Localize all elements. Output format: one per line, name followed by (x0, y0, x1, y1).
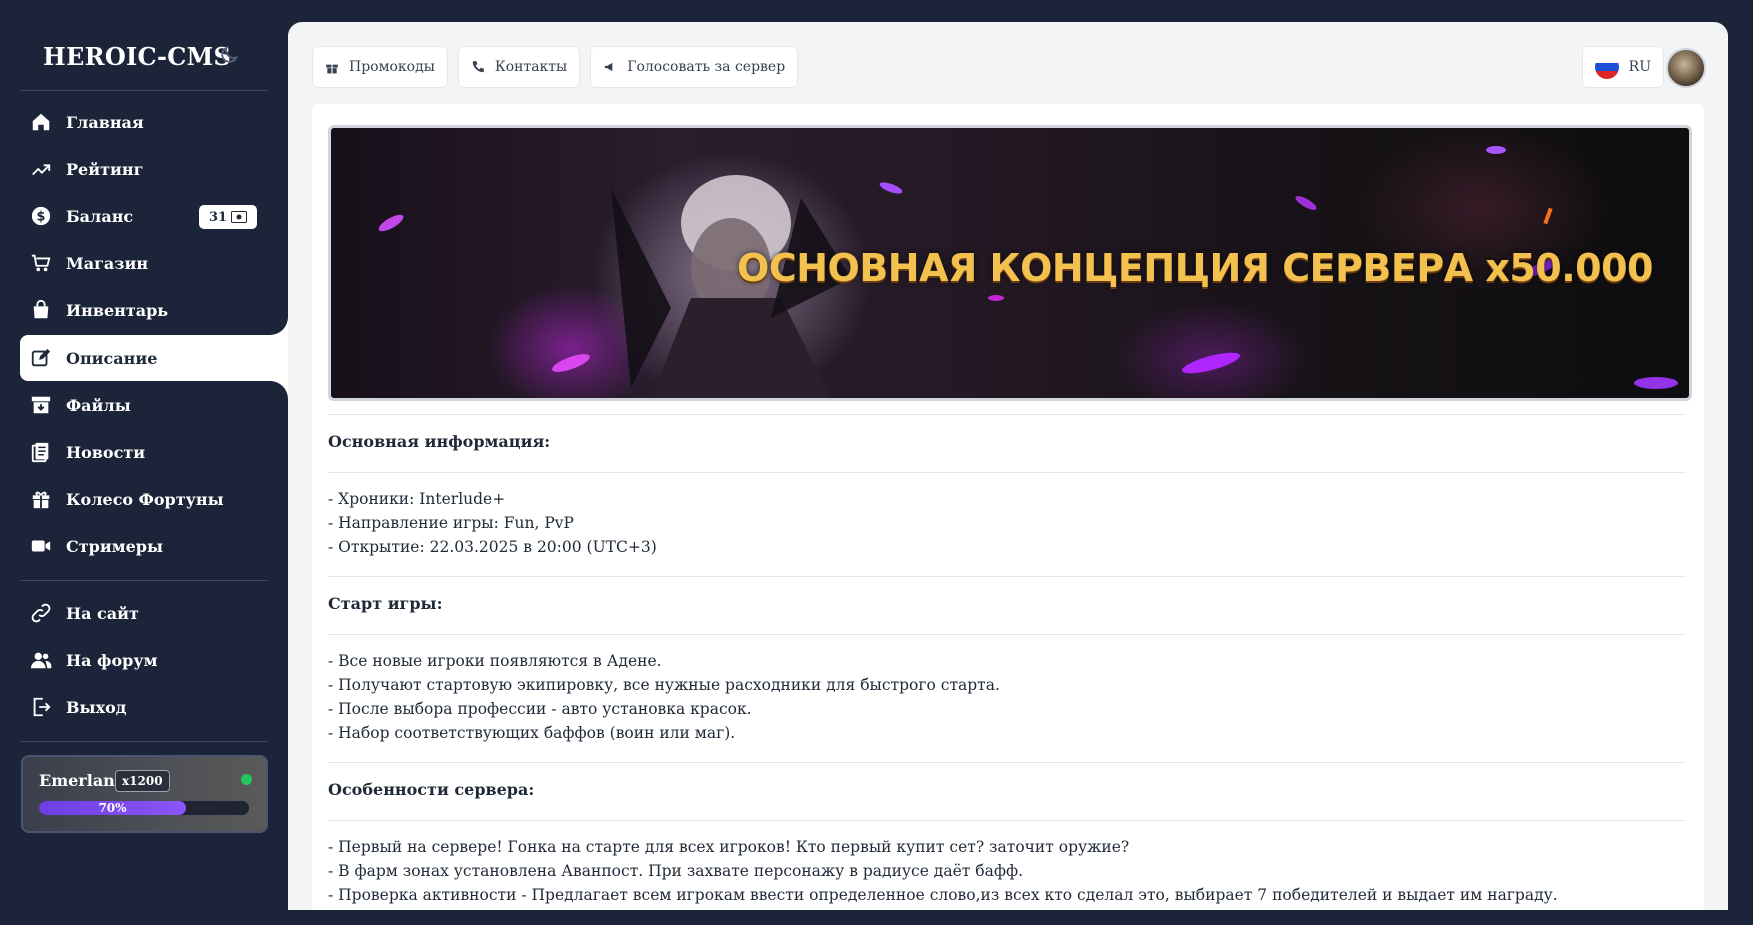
server-rate-badge: x1200 (115, 770, 170, 792)
server-card[interactable]: Emerland x1200 70% (21, 755, 268, 833)
info-line: - Направление игры: Fun, PvP (328, 514, 574, 532)
nav-label: Колесо Фортуны (66, 489, 224, 509)
divider (328, 762, 1686, 763)
info-line: - Хроники: Interlude+ (328, 490, 506, 508)
sidebar: HEROIC-CMS Главная Рейтинг $ Баланс 31 М… (0, 0, 288, 910)
content-card: ОСНОВНАЯ КОНЦЕПЦИЯ СЕРВЕРА x50.000 Основ… (312, 104, 1704, 910)
start-line: - После выбора профессии - авто установк… (328, 700, 752, 718)
nav-item-files[interactable]: Файлы (20, 383, 287, 427)
nav-item-wheel[interactable]: Колесо Фортуны (20, 477, 287, 521)
nav-label: Инвентарь (66, 300, 169, 320)
balance-value: 31 (208, 209, 228, 225)
brand: HEROIC-CMS (20, 22, 268, 91)
nav-label: Рейтинг (66, 159, 144, 179)
home-icon (30, 111, 52, 133)
dollar-icon: $ (30, 205, 52, 227)
divider (20, 741, 268, 742)
gift-icon (30, 488, 52, 510)
trending-up-icon (30, 158, 52, 180)
nav-label: Стримеры (66, 536, 164, 556)
server-progress-fill: 70% (39, 801, 186, 815)
features-line: - В фарм зонах установлена Аванпост. При… (328, 862, 1024, 880)
section-title-features: Особенности сервера: (328, 780, 535, 799)
banner-image: ОСНОВНАЯ КОНЦЕПЦИЯ СЕРВЕРА x50.000 (328, 125, 1692, 401)
start-line: - Все новые игроки появляются в Адене. (328, 652, 662, 670)
nav-label: Выход (66, 697, 127, 717)
server-progress: 70% (39, 801, 249, 815)
vote-label: Голосовать за сервер (627, 59, 786, 75)
nav-label: На форум (66, 650, 158, 670)
money-icon (231, 211, 248, 223)
divider (328, 634, 1686, 635)
divider (328, 576, 1686, 577)
divider (20, 580, 268, 581)
info-line: - Открытие: 22.03.2025 в 20:00 (UTC+3) (328, 538, 657, 556)
balance-badge: 31 (199, 205, 257, 229)
nav-item-streamers[interactable]: Стримеры (20, 524, 287, 568)
svg-text:$: $ (37, 210, 46, 225)
archive-icon (30, 394, 52, 416)
nav-label: Магазин (66, 253, 149, 273)
section-title-main-info: Основная информация: (328, 432, 551, 451)
language-label: RU (1628, 59, 1651, 75)
topbar: Промокоды Контакты Голосовать за сервер (312, 46, 799, 88)
nav-label: Новости (66, 442, 146, 462)
divider (328, 820, 1686, 821)
features-line: - Проверка активности - Предлагает всем … (328, 886, 1558, 904)
main-panel: Промокоды Контакты Голосовать за сервер … (288, 22, 1728, 910)
server-name: Emerland (39, 771, 126, 790)
nav-label: Описание (66, 348, 158, 368)
nav-label: Главная (66, 112, 144, 132)
nav-item-rating[interactable]: Рейтинг (20, 147, 287, 191)
nav-label: Баланс (66, 206, 134, 226)
banner-headline: ОСНОВНАЯ КОНЦЕПЦИЯ СЕРВЕРА x50.000 (737, 246, 1653, 290)
brand-title: HEROIC-CMS (43, 42, 232, 71)
nav-item-shop[interactable]: Магазин (20, 241, 287, 285)
news-icon (30, 441, 52, 463)
active-corner-top (252, 315, 288, 335)
edit-icon (30, 347, 52, 369)
server-status-dot (241, 774, 252, 785)
nav-item-site[interactable]: На сайт (20, 591, 287, 635)
language-button[interactable]: RU (1581, 46, 1664, 88)
moon-icon[interactable] (218, 44, 240, 66)
users-icon (30, 649, 52, 671)
nav-item-description[interactable]: Описание (20, 335, 288, 381)
section-title-start: Старт игры: (328, 594, 443, 613)
gift-icon (326, 64, 338, 74)
promo-label: Промокоды (349, 59, 435, 75)
video-icon (30, 535, 52, 557)
phone-icon (472, 61, 484, 73)
divider (328, 414, 1686, 415)
nav-item-logout[interactable]: Выход (20, 685, 287, 729)
flag-ru-icon (1594, 55, 1619, 79)
avatar[interactable] (1666, 48, 1706, 88)
bag-icon (30, 299, 52, 321)
contacts-label: Контакты (494, 59, 568, 75)
vote-button[interactable]: Голосовать за сервер (590, 46, 799, 88)
nav-item-news[interactable]: Новости (20, 430, 287, 474)
cart-icon (30, 252, 52, 274)
nav-item-home[interactable]: Главная (20, 100, 287, 144)
nav-item-forum[interactable]: На форум (20, 638, 287, 682)
nav-item-inventory[interactable]: Инвентарь (20, 288, 287, 332)
link-icon (30, 602, 52, 624)
nav-label: На сайт (66, 603, 139, 623)
features-line: - Первый на сервере! Гонка на старте для… (328, 838, 1130, 856)
nav-label: Файлы (66, 395, 131, 415)
divider (328, 472, 1686, 473)
logout-icon (30, 696, 52, 718)
start-line: - Набор соответствующих баффов (воин или… (328, 724, 736, 742)
promo-button[interactable]: Промокоды (312, 46, 448, 88)
contacts-button[interactable]: Контакты (457, 46, 581, 88)
megaphone-icon (604, 62, 613, 72)
start-line: - Получают стартовую экипировку, все нуж… (328, 676, 1000, 694)
